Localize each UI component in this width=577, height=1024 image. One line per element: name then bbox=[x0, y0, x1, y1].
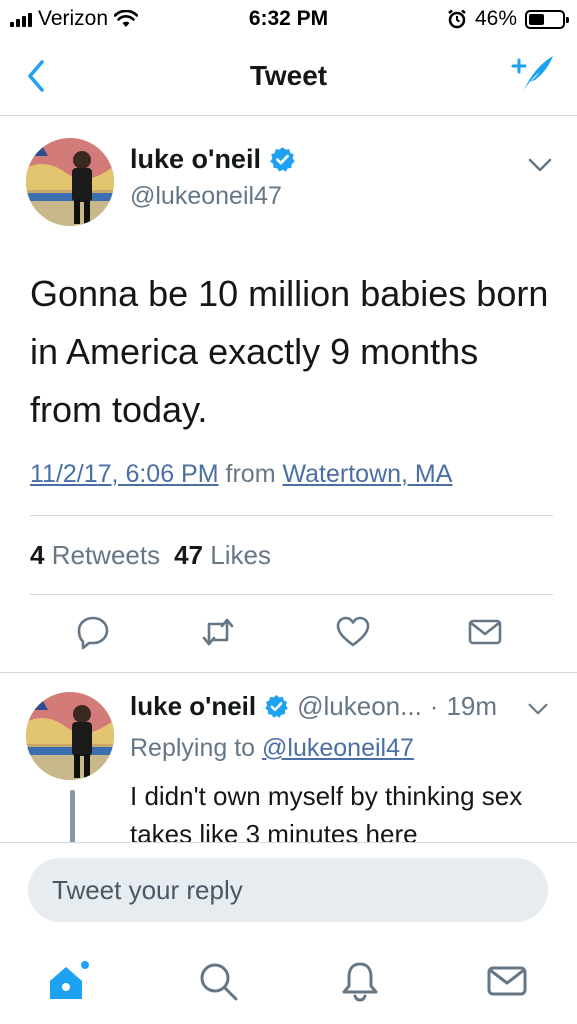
search-icon[interactable] bbox=[196, 959, 240, 1003]
author-handle[interactable]: @lukeoneil47 bbox=[130, 182, 282, 211]
likes-count: 47 bbox=[174, 540, 204, 570]
replying-to-handle-link[interactable]: @lukeoneil47 bbox=[262, 734, 414, 762]
reply-author-row: luke o'neil @lukeon... · 19m bbox=[130, 691, 497, 722]
section-separator bbox=[0, 672, 577, 673]
retweet-icon[interactable] bbox=[200, 614, 236, 650]
status-bar: Verizon 6:32 PM 46% bbox=[0, 0, 577, 38]
home-icon[interactable] bbox=[46, 959, 90, 1003]
retweets-stat[interactable]: 4 Retweets bbox=[30, 540, 160, 571]
chevron-down-icon[interactable] bbox=[527, 156, 553, 174]
notifications-icon[interactable] bbox=[338, 959, 382, 1003]
messages-icon[interactable] bbox=[485, 959, 529, 1003]
reply-age: 19m bbox=[446, 691, 498, 721]
alarm-icon bbox=[448, 9, 466, 29]
reply-author-handle[interactable]: @lukeon... bbox=[297, 691, 422, 722]
tab-bar bbox=[0, 937, 577, 1024]
reply-author-avatar[interactable] bbox=[26, 692, 114, 780]
replying-to: Replying to @lukeoneil47 bbox=[130, 734, 414, 763]
chevron-down-icon[interactable] bbox=[527, 701, 549, 717]
nav-bar: Tweet bbox=[0, 38, 577, 116]
avatar-photo bbox=[26, 138, 114, 226]
reply-icon[interactable] bbox=[75, 614, 111, 650]
verified-badge-icon bbox=[270, 147, 295, 172]
thread-line bbox=[70, 790, 75, 850]
author-row: luke o'neil bbox=[130, 144, 296, 175]
reply-input[interactable]: Tweet your reply bbox=[28, 858, 548, 922]
page-title: Tweet bbox=[249, 60, 328, 91]
author-name[interactable]: luke o'neil bbox=[130, 144, 261, 175]
avatar-photo bbox=[26, 692, 114, 780]
tweet-stats: 4 Retweets 47 Likes bbox=[30, 540, 271, 571]
retweets-count: 4 bbox=[30, 540, 45, 570]
location-link[interactable]: Watertown, MA bbox=[282, 460, 452, 488]
tweet-meta: 11/2/17, 6:06 PM from Watertown, MA bbox=[30, 460, 452, 489]
from-label: from bbox=[225, 460, 276, 488]
compose-tweet-icon[interactable] bbox=[509, 52, 557, 96]
battery-percent: 46% bbox=[474, 7, 517, 30]
share-icon[interactable] bbox=[467, 614, 503, 650]
tweet-text: Gonna be 10 million babies born in Ameri… bbox=[30, 273, 549, 430]
reply-composer-bar: Tweet your reply bbox=[0, 842, 577, 937]
meta-separator: · bbox=[429, 691, 439, 721]
battery-fill bbox=[529, 13, 544, 25]
battery-icon bbox=[525, 9, 569, 29]
divider bbox=[30, 594, 553, 595]
retweets-label: Retweets bbox=[51, 540, 161, 570]
replying-prefix: Replying to bbox=[130, 734, 256, 762]
like-icon[interactable] bbox=[335, 614, 371, 650]
likes-stat[interactable]: 47 Likes bbox=[174, 540, 271, 571]
author-avatar[interactable] bbox=[26, 138, 114, 226]
status-right: 46% bbox=[447, 7, 569, 31]
likes-label: Likes bbox=[210, 540, 271, 570]
reply-author-name[interactable]: luke o'neil bbox=[130, 691, 256, 722]
verified-badge-icon bbox=[265, 695, 288, 718]
tweet-timestamp-link[interactable]: 11/2/17, 6:06 PM bbox=[30, 460, 219, 488]
divider bbox=[30, 515, 553, 516]
